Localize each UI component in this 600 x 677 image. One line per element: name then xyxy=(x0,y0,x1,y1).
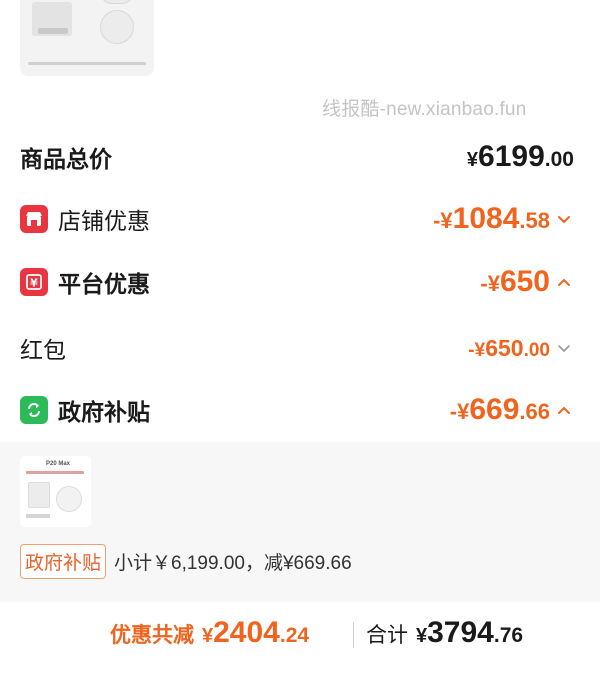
store-discount-amount: -¥ 1084.58 xyxy=(433,202,550,235)
store-discount-label: 店铺优惠 xyxy=(58,208,150,234)
gov-subsidy-label: 政府补贴 xyxy=(58,399,150,425)
platform-discount-amount: -¥ 650 xyxy=(480,265,550,298)
red-packet-amount: -¥ 650.00 xyxy=(468,334,550,361)
store-icon xyxy=(20,205,48,233)
chevron-up-icon[interactable] xyxy=(556,274,572,290)
goods-total-amount: ¥6199.00 xyxy=(466,140,574,173)
total-discount: 优惠共减 ¥2404.24 xyxy=(110,616,310,649)
product-thumbnail[interactable]: P20 Max xyxy=(20,456,91,527)
chevron-down-icon[interactable] xyxy=(556,211,572,227)
subtotal-text: 小计￥6,199.00，减¥669.66 xyxy=(114,553,352,574)
product-image-top xyxy=(20,0,154,76)
gov-subsidy-amount: -¥ 669.66 xyxy=(449,393,550,426)
order-total: 合计 ¥3794.76 xyxy=(366,616,524,649)
divider xyxy=(353,622,354,648)
gov-subsidy-row[interactable]: 政府补贴 -¥ 669.66 xyxy=(20,390,572,430)
platform-discount-row[interactable]: ¥ 平台优惠 -¥ 650 xyxy=(20,262,572,302)
yuan-coupon-icon: ¥ xyxy=(20,268,48,296)
recycle-icon xyxy=(20,396,48,424)
bottom-bar: 优惠共减 ¥2404.24 合计 ¥3794.76 xyxy=(0,602,600,677)
platform-discount-label: 平台优惠 xyxy=(58,271,150,297)
watermark: 线报酷-new.xianbao.fun xyxy=(322,99,527,120)
gov-subsidy-tag: 政府补贴 xyxy=(20,544,107,579)
subsidy-line: 政府补贴 小计￥6,199.00，减¥669.66 xyxy=(20,544,352,579)
red-packet-row[interactable]: 红包 -¥ 650.00 xyxy=(20,328,572,368)
svg-text:¥: ¥ xyxy=(30,277,38,290)
order-total-label: 合计 xyxy=(366,624,408,647)
total-discount-label: 优惠共减 xyxy=(110,624,194,647)
goods-total-label: 商品总价 xyxy=(20,146,112,172)
red-packet-label: 红包 xyxy=(20,337,66,363)
store-discount-row[interactable]: 店铺优惠 -¥ 1084.58 xyxy=(20,199,572,239)
chevron-up-icon[interactable] xyxy=(556,402,572,418)
goods-total-row: 商品总价 ¥6199.00 xyxy=(20,137,574,177)
chevron-down-icon[interactable] xyxy=(556,340,572,356)
